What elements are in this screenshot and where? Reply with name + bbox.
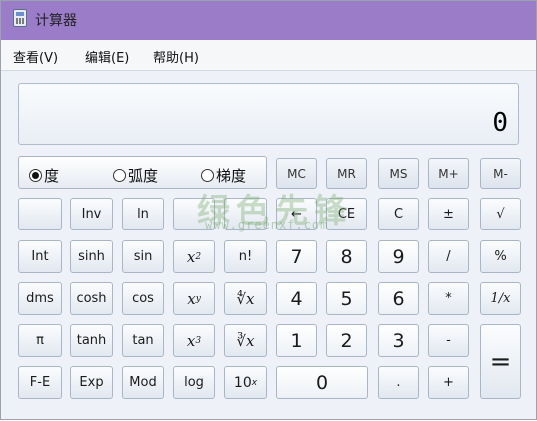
calculator-window: 计算器 查看(V) 编辑(E) 帮助(H) 0 度 弧度 梯度 MC MR MS… xyxy=(0,0,537,420)
divide-button[interactable]: / xyxy=(428,240,469,273)
digit-8-button[interactable]: 8 xyxy=(326,240,367,273)
radio-unchecked-icon xyxy=(201,169,214,182)
cos-button[interactable]: cos xyxy=(122,282,164,315)
m-plus-button[interactable]: M+ xyxy=(428,158,469,189)
radio-degrees-label: 度 xyxy=(44,167,60,185)
square-button[interactable]: x2 xyxy=(173,240,215,273)
pi-button[interactable]: π xyxy=(18,324,62,357)
cube-exponent: 3 xyxy=(195,335,202,346)
radio-gradians-label: 梯度 xyxy=(216,167,247,185)
digit-4-button[interactable]: 4 xyxy=(276,282,317,315)
angle-mode-group: 度 弧度 梯度 xyxy=(18,156,267,189)
menu-help[interactable]: 帮助(H) xyxy=(153,47,199,66)
minus-button[interactable]: - xyxy=(428,324,469,357)
blank-button xyxy=(224,198,267,230)
tan-button[interactable]: tan xyxy=(122,324,164,357)
decimal-button[interactable]: . xyxy=(378,366,419,399)
ln-button[interactable]: ln xyxy=(122,198,164,230)
digit-6-button[interactable]: 6 xyxy=(378,282,419,315)
cube-button[interactable]: x3 xyxy=(173,324,215,357)
plus-minus-button[interactable]: ± xyxy=(428,198,469,230)
backspace-button[interactable]: ← xyxy=(276,198,317,230)
digit-5-button[interactable]: 5 xyxy=(326,282,367,315)
radio-unchecked-icon xyxy=(113,169,126,182)
blank-button xyxy=(18,198,62,230)
factorial-button[interactable]: n! xyxy=(224,240,267,273)
radio-degrees[interactable]: 度 xyxy=(29,165,59,185)
log-button[interactable]: log xyxy=(173,366,215,399)
fe-button[interactable]: F-E xyxy=(18,366,62,399)
digit-0-button[interactable]: 0 xyxy=(276,366,368,399)
mr-button[interactable]: MR xyxy=(326,158,367,189)
mc-button[interactable]: MC xyxy=(276,158,317,189)
cosh-button[interactable]: cosh xyxy=(70,282,113,315)
percent-button[interactable]: % xyxy=(480,240,521,273)
menu-view[interactable]: 查看(V) xyxy=(13,47,58,66)
digit-2-button[interactable]: 2 xyxy=(326,324,367,357)
window-title: 计算器 xyxy=(35,13,77,29)
int-button[interactable]: Int xyxy=(18,240,62,273)
digit-1-button[interactable]: 1 xyxy=(276,324,317,357)
mod-button[interactable]: Mod xyxy=(122,366,164,399)
multiply-button[interactable]: * xyxy=(428,282,469,315)
title-bar: 计算器 xyxy=(1,1,536,40)
inv-button[interactable]: Inv xyxy=(70,198,113,230)
digit-3-button[interactable]: 3 xyxy=(378,324,419,357)
equals-button[interactable]: = xyxy=(480,324,521,399)
ce-button[interactable]: CE xyxy=(326,198,367,230)
cube-root-button[interactable]: ∛x xyxy=(224,324,267,357)
power-button[interactable]: xy xyxy=(173,282,215,315)
radio-radians[interactable]: 弧度 xyxy=(113,165,158,185)
clear-button[interactable]: C xyxy=(378,198,419,230)
sin-button[interactable]: sin xyxy=(122,240,164,273)
power-exponent: y xyxy=(195,293,201,304)
digit-7-button[interactable]: 7 xyxy=(276,240,317,273)
radio-radians-label: 弧度 xyxy=(128,167,159,185)
radio-gradians[interactable]: 梯度 xyxy=(201,165,246,185)
digit-9-button[interactable]: 9 xyxy=(378,240,419,273)
reciprocal-button[interactable]: 1/x xyxy=(480,282,521,315)
radio-checked-icon xyxy=(29,169,42,182)
cube-label: x xyxy=(186,331,196,350)
ten-power-exponent: x xyxy=(251,377,258,388)
ten-power-button[interactable]: 10 x xyxy=(224,366,267,399)
result-display: 0 xyxy=(18,83,519,145)
menu-edit[interactable]: 编辑(E) xyxy=(85,47,129,66)
power-label: x xyxy=(187,289,196,308)
m-minus-button[interactable]: M- xyxy=(480,158,521,189)
menu-bar: 查看(V) 编辑(E) 帮助(H) xyxy=(1,40,536,71)
tanh-button[interactable]: tanh xyxy=(70,324,113,357)
calculator-icon xyxy=(13,9,27,27)
blank-button xyxy=(173,198,215,230)
display-value: 0 xyxy=(492,108,508,138)
plus-button[interactable]: + xyxy=(428,366,469,399)
exp-button[interactable]: Exp xyxy=(70,366,113,399)
sinh-button[interactable]: sinh xyxy=(70,240,113,273)
sqrt-button[interactable]: √ xyxy=(480,198,521,230)
ten-power-label: 10 xyxy=(233,374,252,391)
dms-button[interactable]: dms xyxy=(18,282,62,315)
yroot-button[interactable]: ∜x xyxy=(224,282,267,315)
square-exponent: 2 xyxy=(195,251,202,262)
ms-button[interactable]: MS xyxy=(378,158,419,189)
